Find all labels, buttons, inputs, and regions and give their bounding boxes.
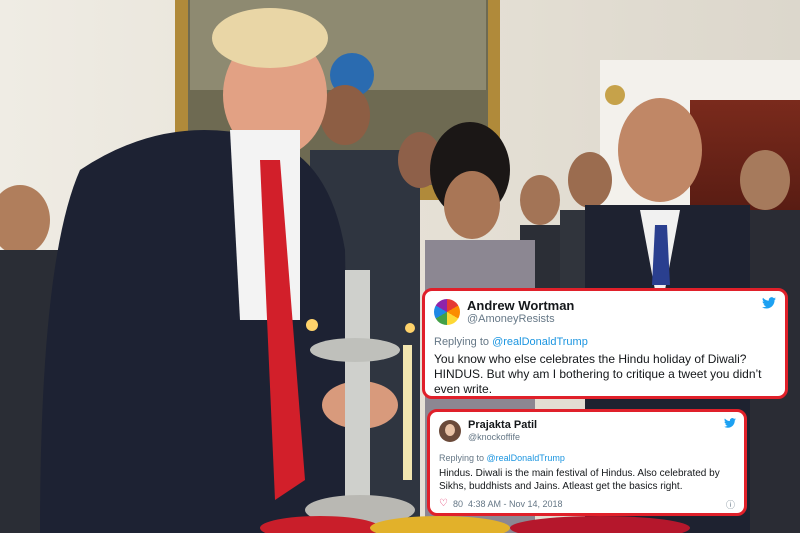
user-name[interactable]: Prajakta Patil (468, 419, 537, 431)
tweet-timestamp[interactable]: 4:38 AM - Nov 14, 2018 (468, 499, 563, 509)
user-name[interactable]: Andrew Wortman (467, 298, 574, 313)
tweet-card-prajakta-patil[interactable]: Prajakta Patil @knockoffife Replying to … (427, 409, 747, 516)
reply-mention-link[interactable]: @realDonaldTrump (487, 453, 565, 463)
heart-icon[interactable]: ♡ (439, 498, 448, 509)
tweet-text-line: Sikhs, buddhists and Jains. Atleast get … (439, 481, 683, 492)
reply-context: Replying to @realDonaldTrump (434, 336, 588, 348)
twitter-bird-icon (762, 297, 776, 309)
avatar[interactable] (434, 299, 460, 325)
reply-mention-link[interactable]: @realDonaldTrump (492, 336, 588, 348)
reply-prefix: Replying to (434, 336, 493, 348)
tweet-text-line: You know who else celebrates the Hindu h… (434, 352, 747, 366)
tweet-footer: ♡ 80 4:38 AM - Nov 14, 2018 (439, 498, 563, 509)
tweet-text: Hindus. Diwali is the main festival of H… (439, 467, 739, 493)
tweet-text-line: HINDUS. But why am I bothering to critiq… (434, 367, 762, 381)
avatar[interactable] (439, 420, 461, 442)
reply-prefix: Replying to (439, 453, 487, 463)
twitter-bird-icon (724, 418, 736, 428)
like-count: 80 (452, 498, 463, 509)
user-handle[interactable]: @AmoneyResists (467, 313, 555, 325)
tweet-text-line: Hindus. Diwali is the main festival of H… (439, 468, 720, 479)
tweet-text: You know who else celebrates the Hindu h… (434, 352, 786, 397)
reply-context: Replying to @realDonaldTrump (439, 453, 565, 463)
user-handle[interactable]: @knockoffife (468, 432, 520, 442)
tweet-text-line: even write. (434, 382, 493, 396)
tweet-card-andrew-wortman[interactable]: Andrew Wortman @AmoneyResists Replying t… (422, 288, 788, 399)
info-icon[interactable]: ⓘ (726, 498, 735, 511)
